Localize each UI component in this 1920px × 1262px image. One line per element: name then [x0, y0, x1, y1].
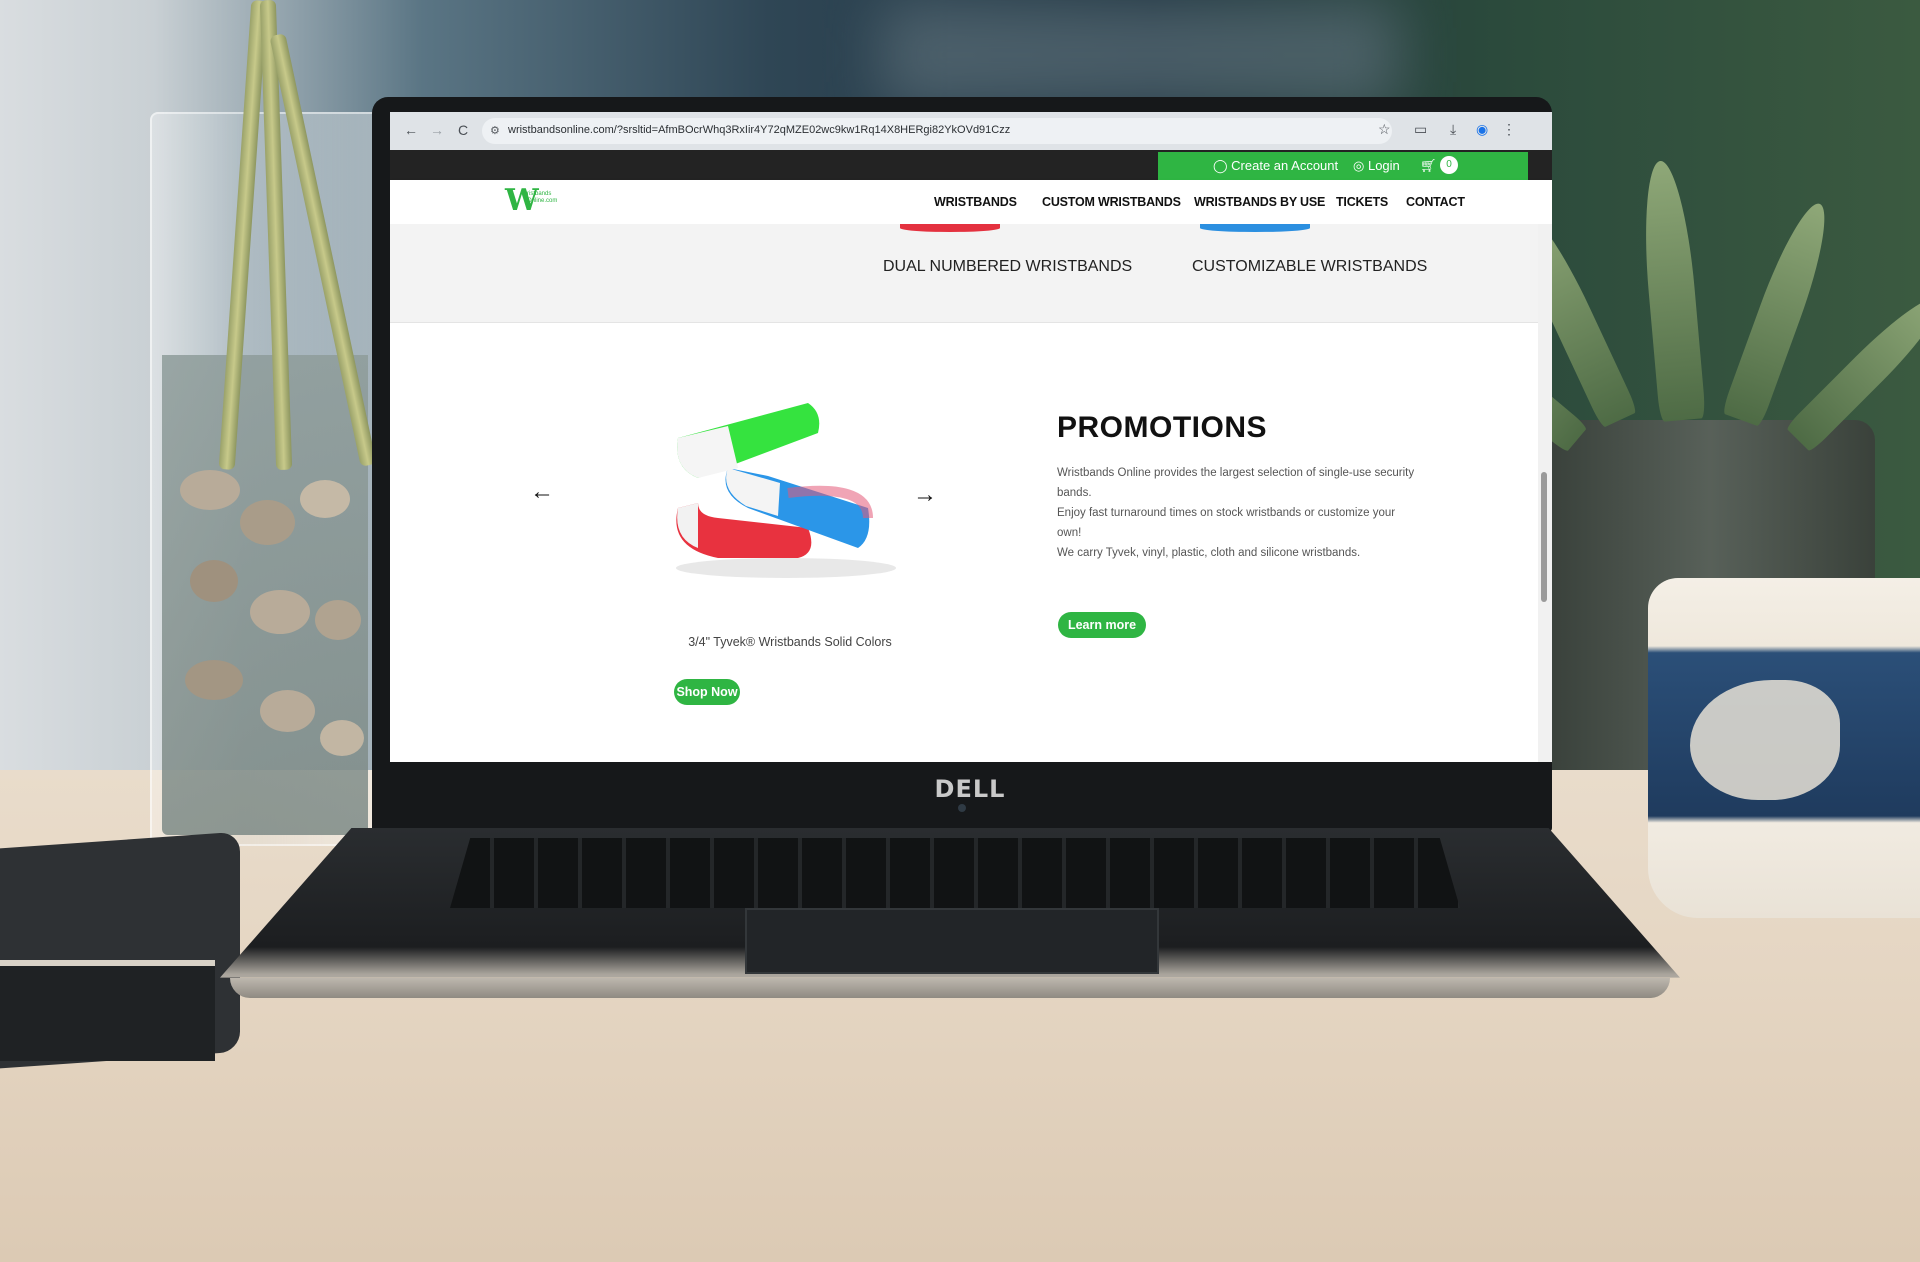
- browser-toolbar: ← → C ⚙ wristbandsonline.com/?srsltid=Af…: [390, 112, 1552, 150]
- red-wristband-image[interactable]: [900, 224, 1000, 232]
- site-settings-icon[interactable]: ⚙: [490, 124, 500, 137]
- tyvek-wristbands-image[interactable]: [658, 398, 914, 588]
- next-arrow-icon[interactable]: →: [913, 481, 937, 509]
- logo-wordmark: ristbands Online.com: [527, 191, 558, 204]
- download-icon[interactable]: ⤓: [1450, 121, 1456, 138]
- login-link[interactable]: ◎ Login: [1353, 158, 1400, 174]
- nav-wristbands-by-use[interactable]: WRISTBANDS BY USE: [1194, 195, 1325, 209]
- dell-logo: DELL: [934, 775, 1006, 803]
- pebble: [185, 660, 243, 700]
- cart-icon[interactable]: 🛒︎: [1420, 158, 1437, 174]
- category-strip: DUAL NUMBERED WRISTBANDS CUSTOMIZABLE WR…: [390, 224, 1552, 323]
- promotions-title: PROMOTIONS: [1057, 411, 1268, 444]
- url-text[interactable]: wristbandsonline.com/?srsltid=AfmBOcrWhq…: [508, 124, 1010, 136]
- promo-line: Enjoy fast turnaround times on stock wri…: [1057, 507, 1396, 539]
- pebble: [250, 590, 310, 634]
- user-icon: ◯: [1213, 158, 1232, 173]
- forward-icon[interactable]: →: [428, 121, 446, 139]
- pebble: [180, 470, 240, 510]
- create-account-label: Create an Account: [1231, 158, 1339, 173]
- nav-custom-wristbands[interactable]: CUSTOM WRISTBANDS: [1042, 195, 1181, 209]
- pebble: [320, 720, 364, 756]
- cast-icon[interactable]: ▭: [1414, 121, 1427, 138]
- promo-line: We carry Tyvek, vinyl, plastic, cloth an…: [1057, 547, 1361, 559]
- page-scrollbar[interactable]: [1538, 224, 1552, 762]
- laptop-base-edge: [230, 978, 1670, 998]
- address-bar[interactable]: ⚙ wristbandsonline.com/?srsltid=AfmBOcrW…: [482, 118, 1392, 144]
- pebble: [260, 690, 315, 732]
- laptop-keyboard: [450, 838, 1460, 908]
- site-top-bar: ◯ Create an Account ◎ Login 🛒︎ 0: [390, 150, 1552, 180]
- site-logo[interactable]: W ristbands Online.com: [505, 185, 557, 217]
- pebble: [240, 500, 295, 545]
- reload-icon[interactable]: C: [454, 121, 472, 139]
- cart-count-badge: 0: [1440, 156, 1458, 174]
- blue-wristband-image[interactable]: [1200, 224, 1310, 232]
- account-bar: ◯ Create an Account ◎ Login 🛒︎ 0: [1158, 152, 1528, 180]
- create-account-link[interactable]: ◯ Create an Account: [1213, 158, 1338, 174]
- nav-contact[interactable]: CONTACT: [1406, 195, 1465, 209]
- menu-dots-icon[interactable]: ⋮: [1502, 121, 1516, 138]
- learn-more-button[interactable]: Learn more: [1058, 612, 1146, 638]
- login-label: Login: [1367, 158, 1400, 173]
- back-icon[interactable]: ←: [402, 121, 420, 139]
- laptop-touchpad: [745, 908, 1159, 974]
- bookmark-star-icon[interactable]: ☆: [1378, 121, 1391, 138]
- pebble: [315, 600, 361, 640]
- window-blur: [880, 0, 1400, 110]
- pebble: [300, 480, 350, 518]
- shop-now-button[interactable]: Shop Now: [674, 679, 740, 705]
- scrollbar-thumb[interactable]: [1541, 472, 1547, 602]
- nav-tickets[interactable]: TICKETS: [1336, 195, 1388, 209]
- promotions-description: Wristbands Online provides the largest s…: [1057, 463, 1422, 563]
- nav-wristbands[interactable]: WRISTBANDS: [934, 195, 1017, 209]
- webcam: [958, 804, 966, 812]
- login-icon: ◎: [1353, 158, 1368, 173]
- profile-icon[interactable]: ◉: [1476, 121, 1488, 138]
- site-header: W ristbands Online.com WRISTBANDS CUSTOM …: [390, 180, 1552, 224]
- product-caption[interactable]: 3/4" Tyvek® Wristbands Solid Colors: [590, 635, 990, 649]
- laptop-screen: ← → C ⚙ wristbandsonline.com/?srsltid=Af…: [390, 112, 1552, 762]
- category-customizable[interactable]: CUSTOMIZABLE WRISTBANDS: [1192, 258, 1427, 276]
- promo-line: Wristbands Online provides the largest s…: [1057, 467, 1415, 499]
- prev-arrow-icon[interactable]: ←: [530, 478, 554, 506]
- notebook: [0, 960, 215, 1061]
- category-dual-numbered[interactable]: DUAL NUMBERED WRISTBANDS: [883, 258, 1132, 276]
- pebble: [190, 560, 238, 602]
- promotions-section: ← → 3/4" Tyvek® Wristbands Solid Colors …: [390, 323, 1552, 762]
